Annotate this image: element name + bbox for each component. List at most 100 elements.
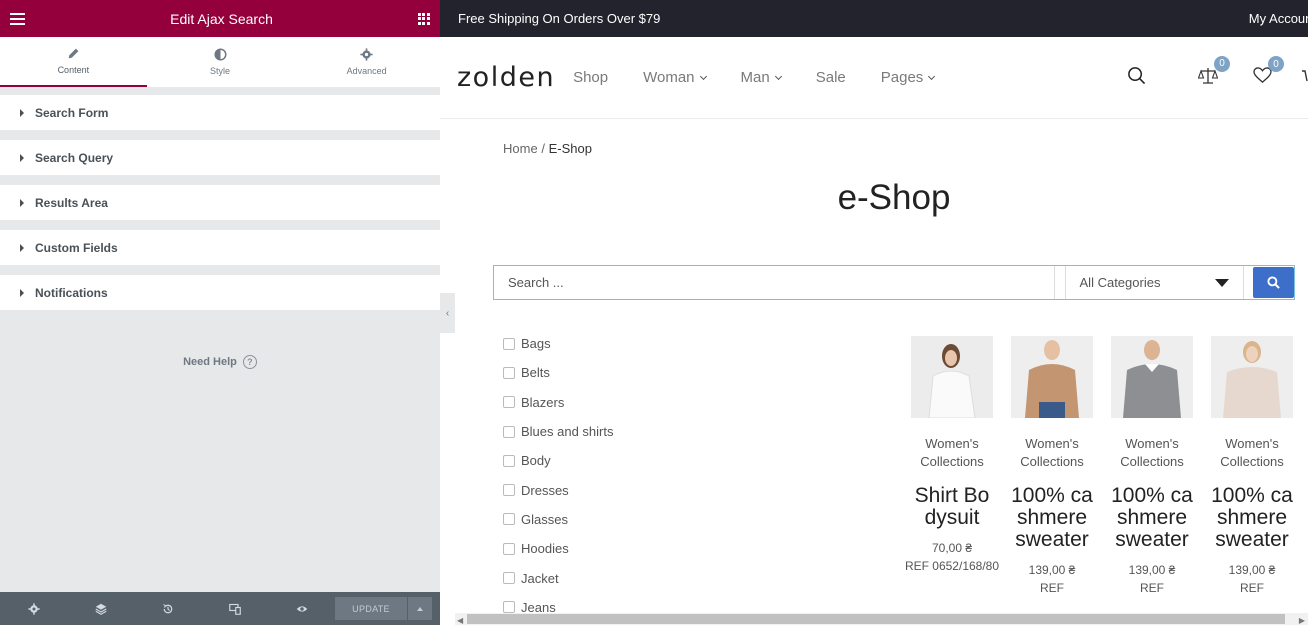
search-toggle[interactable] [1127,66,1146,90]
product-category[interactable]: Women's Collections [1007,435,1097,471]
scroll-right-arrow-icon[interactable]: ▶ [1299,616,1305,625]
product-category[interactable]: Women's Collections [1207,435,1297,471]
caret-right-icon [20,243,24,252]
responsive-mode-button[interactable] [201,592,268,625]
update-button[interactable]: UPDATE [335,597,407,620]
scrollbar-thumb[interactable] [467,614,1285,624]
section-label: Search Form [35,105,109,120]
product-name[interactable]: 100% cashmere sweater [1011,485,1093,551]
compare-button[interactable]: 0 [1197,55,1230,90]
tab-advanced[interactable]: Advanced [293,37,440,87]
responsive-icon [228,603,241,615]
hamburger-menu-icon[interactable] [10,12,25,25]
history-button[interactable] [134,592,201,625]
need-help-link[interactable]: Need Help ? [0,355,440,369]
nav-label: Shop [573,69,609,86]
horizontal-scrollbar[interactable]: ◀ ▶ [455,613,1308,625]
nav-item-shop[interactable]: Shop [573,69,608,86]
filter-item[interactable]: Body [503,446,614,475]
section-results-area[interactable]: Results Area [0,185,440,220]
half-circle-icon [213,48,227,61]
filter-item[interactable]: Blues and shirts [503,417,614,446]
gear-icon [360,48,373,61]
search-input[interactable] [494,266,1055,299]
scroll-left-arrow-icon[interactable]: ◀ [457,616,463,625]
product-card[interactable]: Women's Collections Shirt Bodysuit 70,00… [902,336,1002,597]
ajax-search-form: All Categories [493,265,1295,300]
product-category[interactable]: Women's Collections [1107,435,1197,471]
product-card[interactable]: Women's Collections 100% cashmere sweate… [1102,336,1202,597]
product-price: 70,00 ₴ [931,541,973,555]
checkbox[interactable] [503,425,515,438]
nav-item-pages[interactable]: Pages [881,69,936,86]
filter-item[interactable]: Bags [503,329,614,358]
checkbox[interactable] [503,572,515,585]
section-search-form[interactable]: Search Form [0,95,440,130]
filter-label: Bags [521,336,551,352]
widgets-grid-icon[interactable] [417,12,430,25]
filter-item[interactable]: Hoodies [503,534,614,563]
filter-label: Glasses [521,511,568,527]
checkbox[interactable] [503,513,515,526]
breadcrumb-home[interactable]: Home [503,141,538,156]
search-submit-button[interactable] [1253,267,1294,298]
editor-tabs: Content Style Advanced [0,37,440,87]
navigator-button[interactable] [67,592,134,625]
my-account-link[interactable]: My Account [1249,11,1308,26]
product-name[interactable]: 100% cashmere sweater [1211,485,1293,551]
product-image[interactable] [1111,336,1193,418]
nav-item-man[interactable]: Man [741,69,782,86]
product-image[interactable] [1011,336,1093,418]
section-custom-fields[interactable]: Custom Fields [0,230,440,265]
checkbox[interactable] [503,366,515,379]
section-notifications[interactable]: Notifications [0,275,440,310]
section-label: Results Area [35,195,108,210]
category-select-value: All Categories [1079,275,1161,290]
filter-label: Body [521,453,551,469]
wishlist-button[interactable]: 0 [1253,56,1284,89]
nav-item-woman[interactable]: Woman [643,69,707,86]
section-label: Custom Fields [35,240,118,255]
product-image[interactable] [1211,336,1293,418]
site-logo[interactable]: zolden [457,62,555,93]
page-title: e-Shop [837,178,951,217]
nav-item-sale[interactable]: Sale [816,69,846,86]
category-select[interactable]: All Categories [1064,266,1245,299]
product-image[interactable] [911,336,993,418]
product-grid: Women's Collections Shirt Bodysuit 70,00… [902,336,1302,597]
tab-content[interactable]: Content [0,37,147,87]
product-card[interactable]: Women's Collections 100% cashmere sweate… [1202,336,1302,597]
history-icon [162,603,172,613]
product-name[interactable]: 100% cashmere sweater [1111,485,1193,551]
tab-content-label: Content [57,65,90,75]
tab-style[interactable]: Style [147,37,294,87]
site-preview: Free Shipping On Orders Over $79 My Acco… [440,0,1308,625]
collapse-panel-handle[interactable]: ‹ [440,293,455,333]
product-category[interactable]: Women's Collections [907,435,997,471]
cart-button[interactable] [1272,68,1308,88]
settings-button[interactable] [0,592,67,625]
filter-item[interactable]: Jacket [503,563,614,592]
product-card[interactable]: Women's Collections 100% cashmere sweate… [1002,336,1102,597]
filter-item[interactable]: Blazers [503,388,614,417]
chevron-down-icon [928,72,936,80]
filter-item[interactable]: Belts [503,358,614,387]
checkbox[interactable] [503,337,515,350]
checkbox[interactable] [503,396,515,409]
checkbox[interactable] [503,542,515,555]
preview-button[interactable] [268,592,335,625]
tab-style-label: Style [210,66,231,76]
help-question-icon: ? [242,355,257,369]
checkbox[interactable] [503,484,515,497]
update-options-button[interactable] [408,597,432,620]
breadcrumb-separator: / [541,141,545,156]
editor-panel: Edit Ajax Search Content Style Advanced … [0,0,440,625]
filter-item[interactable]: Dresses [503,475,614,504]
product-name[interactable]: Shirt Bodysuit [911,485,993,529]
caret-right-icon [20,108,24,117]
checkbox[interactable] [503,601,515,614]
section-search-query[interactable]: Search Query [0,140,440,175]
checkbox[interactable] [503,454,515,467]
search-icon [1128,67,1146,85]
filter-item[interactable]: Glasses [503,505,614,534]
